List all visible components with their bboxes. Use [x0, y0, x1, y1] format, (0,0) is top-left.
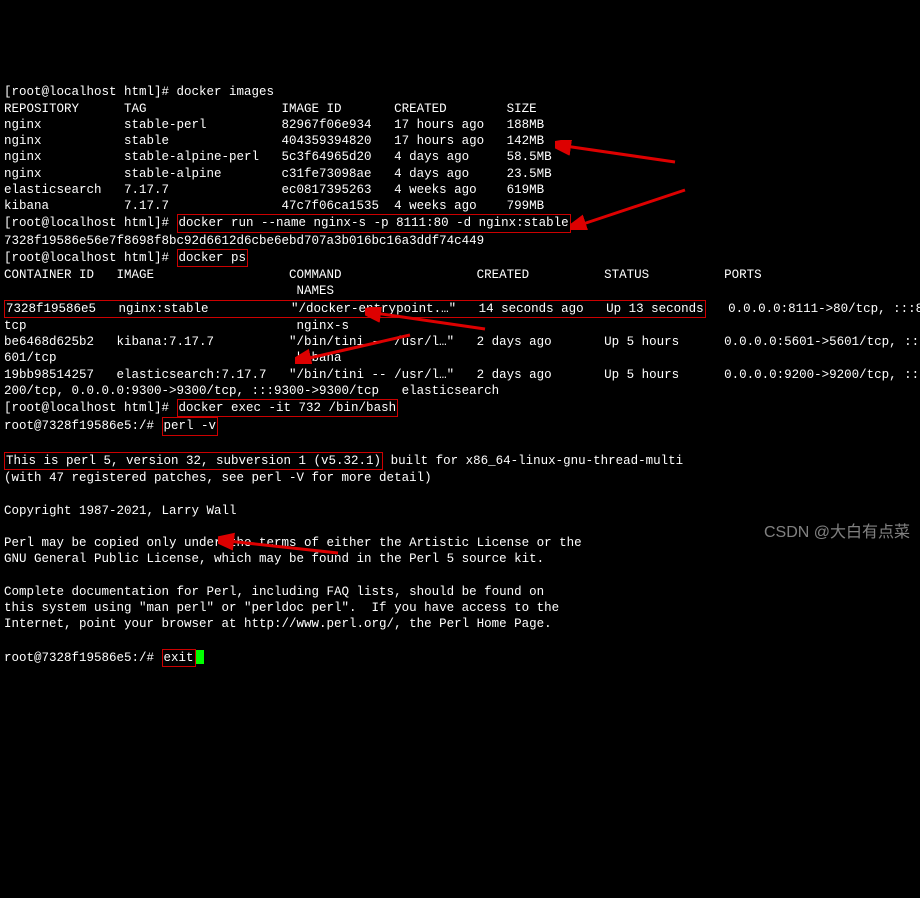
- ps-row-cont: 200/tcp, 0.0.0.0:9300->9300/tcp, :::9300…: [4, 384, 499, 398]
- terminal[interactable]: [root@localhost html]# docker images REP…: [0, 65, 920, 670]
- perl-docs: Complete documentation for Perl, includi…: [4, 585, 544, 599]
- ps-row-cont: 601/tcp kibana: [4, 351, 342, 365]
- perl-v-cmd: perl -v: [162, 417, 219, 435]
- images-header: REPOSITORY TAG IMAGE ID CREATED SIZE: [4, 102, 537, 116]
- ps-row-elastic: 19bb98514257 elasticsearch:7.17.7 "/bin/…: [4, 368, 920, 382]
- ps-row-nginx: 7328f19586e5 nginx:stable "/docker-entry…: [4, 300, 706, 318]
- docker-exec-cmd: docker exec -it 732 /bin/bash: [177, 399, 399, 417]
- images-row: elasticsearch 7.17.7 ec0817395263 4 week…: [4, 183, 544, 197]
- images-row: kibana 7.17.7 47c7f06ca1535 4 weeks ago …: [4, 199, 544, 213]
- prompt: [root@localhost html]#: [4, 251, 177, 265]
- docker-run-cmd: docker run --name nginx-s -p 8111:80 -d …: [177, 214, 571, 232]
- ps-row-ports: 0.0.0.0:8111->80/tcp, :::8111->80/: [706, 302, 920, 316]
- prompt: [root@localhost html]#: [4, 401, 177, 415]
- perl-copyright: Copyright 1987-2021, Larry Wall: [4, 504, 237, 518]
- prompt: [root@localhost html]#: [4, 85, 177, 99]
- container-hash: 7328f19586e56e7f8698f8bc92d6612d6cbe6ebd…: [4, 234, 484, 248]
- perl-version: This is perl 5, version 32, subversion 1…: [4, 452, 383, 470]
- perl-built: built for x86_64-linux-gnu-thread-multi: [383, 454, 683, 468]
- exit-cmd: exit: [162, 649, 196, 667]
- perl-docs: Internet, point your browser at http://w…: [4, 617, 552, 631]
- container-prompt: root@7328f19586e5:/#: [4, 651, 162, 665]
- cursor: [196, 650, 204, 664]
- container-prompt: root@7328f19586e5:/#: [4, 419, 162, 433]
- prompt: [root@localhost html]#: [4, 216, 177, 230]
- docker-images-cmd: docker images: [177, 85, 275, 99]
- images-row: nginx stable-alpine-perl 5c3f64965d20 4 …: [4, 150, 552, 164]
- images-row: nginx stable-perl 82967f06e934 17 hours …: [4, 118, 544, 132]
- docker-ps-cmd: docker ps: [177, 249, 249, 267]
- images-row: nginx stable 404359394820 17 hours ago 1…: [4, 134, 544, 148]
- perl-patches: (with 47 registered patches, see perl -V…: [4, 471, 432, 485]
- perl-license: GNU General Public License, which may be…: [4, 552, 544, 566]
- images-row: nginx stable-alpine c31fe73098ae 4 days …: [4, 167, 552, 181]
- ps-row-cont: tcp nginx-s: [4, 319, 349, 333]
- ps-row-kibana: be6468d625b2 kibana:7.17.7 "/bin/tini --…: [4, 335, 920, 349]
- watermark: CSDN @大白有点菜: [764, 523, 910, 544]
- perl-docs: this system using "man perl" or "perldoc…: [4, 601, 559, 615]
- perl-license: Perl may be copied only under the terms …: [4, 536, 582, 550]
- ps-header: NAMES: [4, 284, 334, 298]
- ps-header: CONTAINER ID IMAGE COMMAND CREATED STATU…: [4, 268, 762, 282]
